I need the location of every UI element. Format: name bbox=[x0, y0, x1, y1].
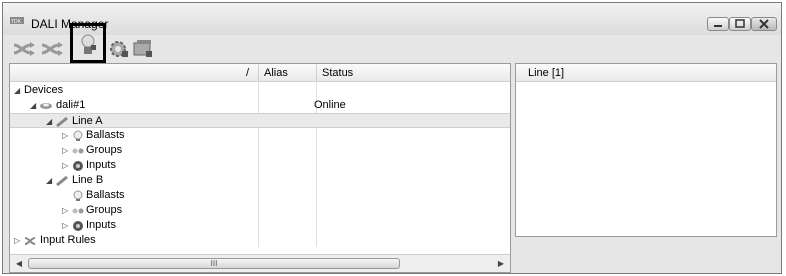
tree-label: Input Rules bbox=[40, 234, 96, 246]
expanded-arrow-icon[interactable]: ◢ bbox=[46, 117, 52, 126]
tree-label: Groups bbox=[86, 144, 123, 156]
device-config-icon bbox=[133, 40, 152, 57]
settings-button[interactable] bbox=[107, 37, 133, 61]
collapsed-arrow-icon[interactable]: ▷ bbox=[62, 131, 68, 140]
shuffle-alt-icon bbox=[41, 42, 63, 56]
tree-label: Ballasts bbox=[86, 189, 125, 201]
expanded-arrow-icon[interactable]: ◢ bbox=[30, 101, 36, 110]
gear-settings-icon bbox=[110, 41, 128, 57]
bulb-icon bbox=[73, 130, 83, 141]
scroll-thumb[interactable]: III bbox=[28, 258, 400, 269]
toolbar bbox=[3, 23, 781, 63]
line-icon bbox=[56, 116, 68, 127]
expanded-arrow-icon[interactable]: ◢ bbox=[46, 176, 52, 185]
dali-manager-window: TDK DALI Manager / Alias Status ◢ Device… bbox=[2, 2, 782, 274]
ballast-bulb-icon bbox=[81, 34, 96, 54]
tree-row-inputs[interactable]: ▷ Inputs bbox=[10, 218, 510, 233]
shuffle-icon bbox=[24, 237, 36, 245]
properties-footer bbox=[515, 237, 777, 273]
shuffle-button[interactable] bbox=[11, 37, 37, 61]
maximize-button[interactable] bbox=[729, 17, 751, 31]
scroll-right-icon[interactable]: ▶ bbox=[494, 257, 508, 270]
collapsed-arrow-icon[interactable]: ▷ bbox=[62, 146, 68, 155]
tree-row-dali1[interactable]: ◢ dali#1 Online bbox=[10, 98, 510, 113]
collapsed-arrow-icon[interactable]: ▷ bbox=[62, 221, 68, 230]
tree-label: dali#1 bbox=[56, 99, 86, 111]
tree-row-inputs[interactable]: ▷ Inputs bbox=[10, 158, 510, 173]
tree-row-input-rules[interactable]: ▷ Input Rules bbox=[10, 233, 510, 248]
status-value: Online bbox=[314, 99, 346, 111]
properties-panel: Line [1] bbox=[515, 63, 777, 237]
collapsed-arrow-icon[interactable]: ▷ bbox=[62, 161, 68, 170]
scroll-left-icon[interactable]: ◀ bbox=[12, 257, 26, 270]
close-button[interactable] bbox=[751, 17, 777, 31]
tree-row-line-a[interactable]: ◢ Line A bbox=[10, 113, 510, 128]
device-tree-panel: / Alias Status ◢ Devices ◢ dali#1 Online… bbox=[9, 63, 511, 273]
collapsed-arrow-icon[interactable]: ▷ bbox=[62, 206, 68, 215]
device-config-button[interactable] bbox=[131, 37, 157, 61]
column-divider bbox=[258, 64, 259, 81]
minimize-button[interactable] bbox=[707, 17, 729, 31]
title-bar[interactable]: TDK DALI Manager bbox=[3, 3, 781, 35]
tree-label: Ballasts bbox=[86, 129, 125, 141]
dali-device-icon bbox=[40, 103, 52, 109]
maximize-icon bbox=[735, 19, 745, 28]
tree-label: Line A bbox=[72, 115, 103, 127]
tree-label: Inputs bbox=[86, 159, 116, 171]
properties-title: Line [1] bbox=[528, 67, 565, 79]
ballast-button[interactable] bbox=[70, 23, 106, 63]
tree-label: Line B bbox=[72, 174, 104, 186]
tree-row-devices[interactable]: ◢ Devices bbox=[10, 83, 510, 98]
input-icon bbox=[73, 161, 83, 171]
bulb-icon bbox=[73, 190, 83, 201]
tree-label: Groups bbox=[86, 204, 123, 216]
tree-row-groups[interactable]: ▷ Groups bbox=[10, 203, 510, 218]
group-icon bbox=[72, 208, 84, 214]
column-alias[interactable]: Alias bbox=[264, 67, 288, 79]
app-icon: TDK bbox=[10, 17, 24, 25]
column-status[interactable]: Status bbox=[322, 67, 353, 79]
input-icon bbox=[73, 221, 83, 231]
horizontal-scrollbar[interactable]: ◀ III ▶ bbox=[10, 254, 510, 272]
svg-text:TDK: TDK bbox=[11, 19, 22, 25]
tree-row-ballasts[interactable]: ▷ Ballasts bbox=[10, 128, 510, 143]
tree-row-groups[interactable]: ▷ Groups bbox=[10, 143, 510, 158]
tree-label: Inputs bbox=[86, 219, 116, 231]
tree-label: Devices bbox=[24, 84, 64, 96]
tree-row-line-b[interactable]: ◢ Line B bbox=[10, 173, 510, 188]
group-icon bbox=[72, 148, 84, 154]
shuffle-alt-button[interactable] bbox=[39, 37, 65, 61]
minimize-icon bbox=[714, 25, 722, 27]
expanded-arrow-icon[interactable]: ◢ bbox=[14, 86, 20, 95]
line-icon bbox=[56, 175, 68, 186]
sort-glyph: / bbox=[246, 67, 250, 79]
tree-header: / Alias Status bbox=[10, 64, 510, 82]
collapsed-arrow-icon[interactable]: ▷ bbox=[14, 236, 20, 245]
close-icon bbox=[759, 19, 769, 29]
shuffle-icon bbox=[13, 42, 35, 56]
column-divider bbox=[316, 64, 317, 81]
properties-header: Line [1] bbox=[516, 64, 776, 82]
tree-row-ballasts[interactable]: Ballasts bbox=[10, 188, 510, 203]
